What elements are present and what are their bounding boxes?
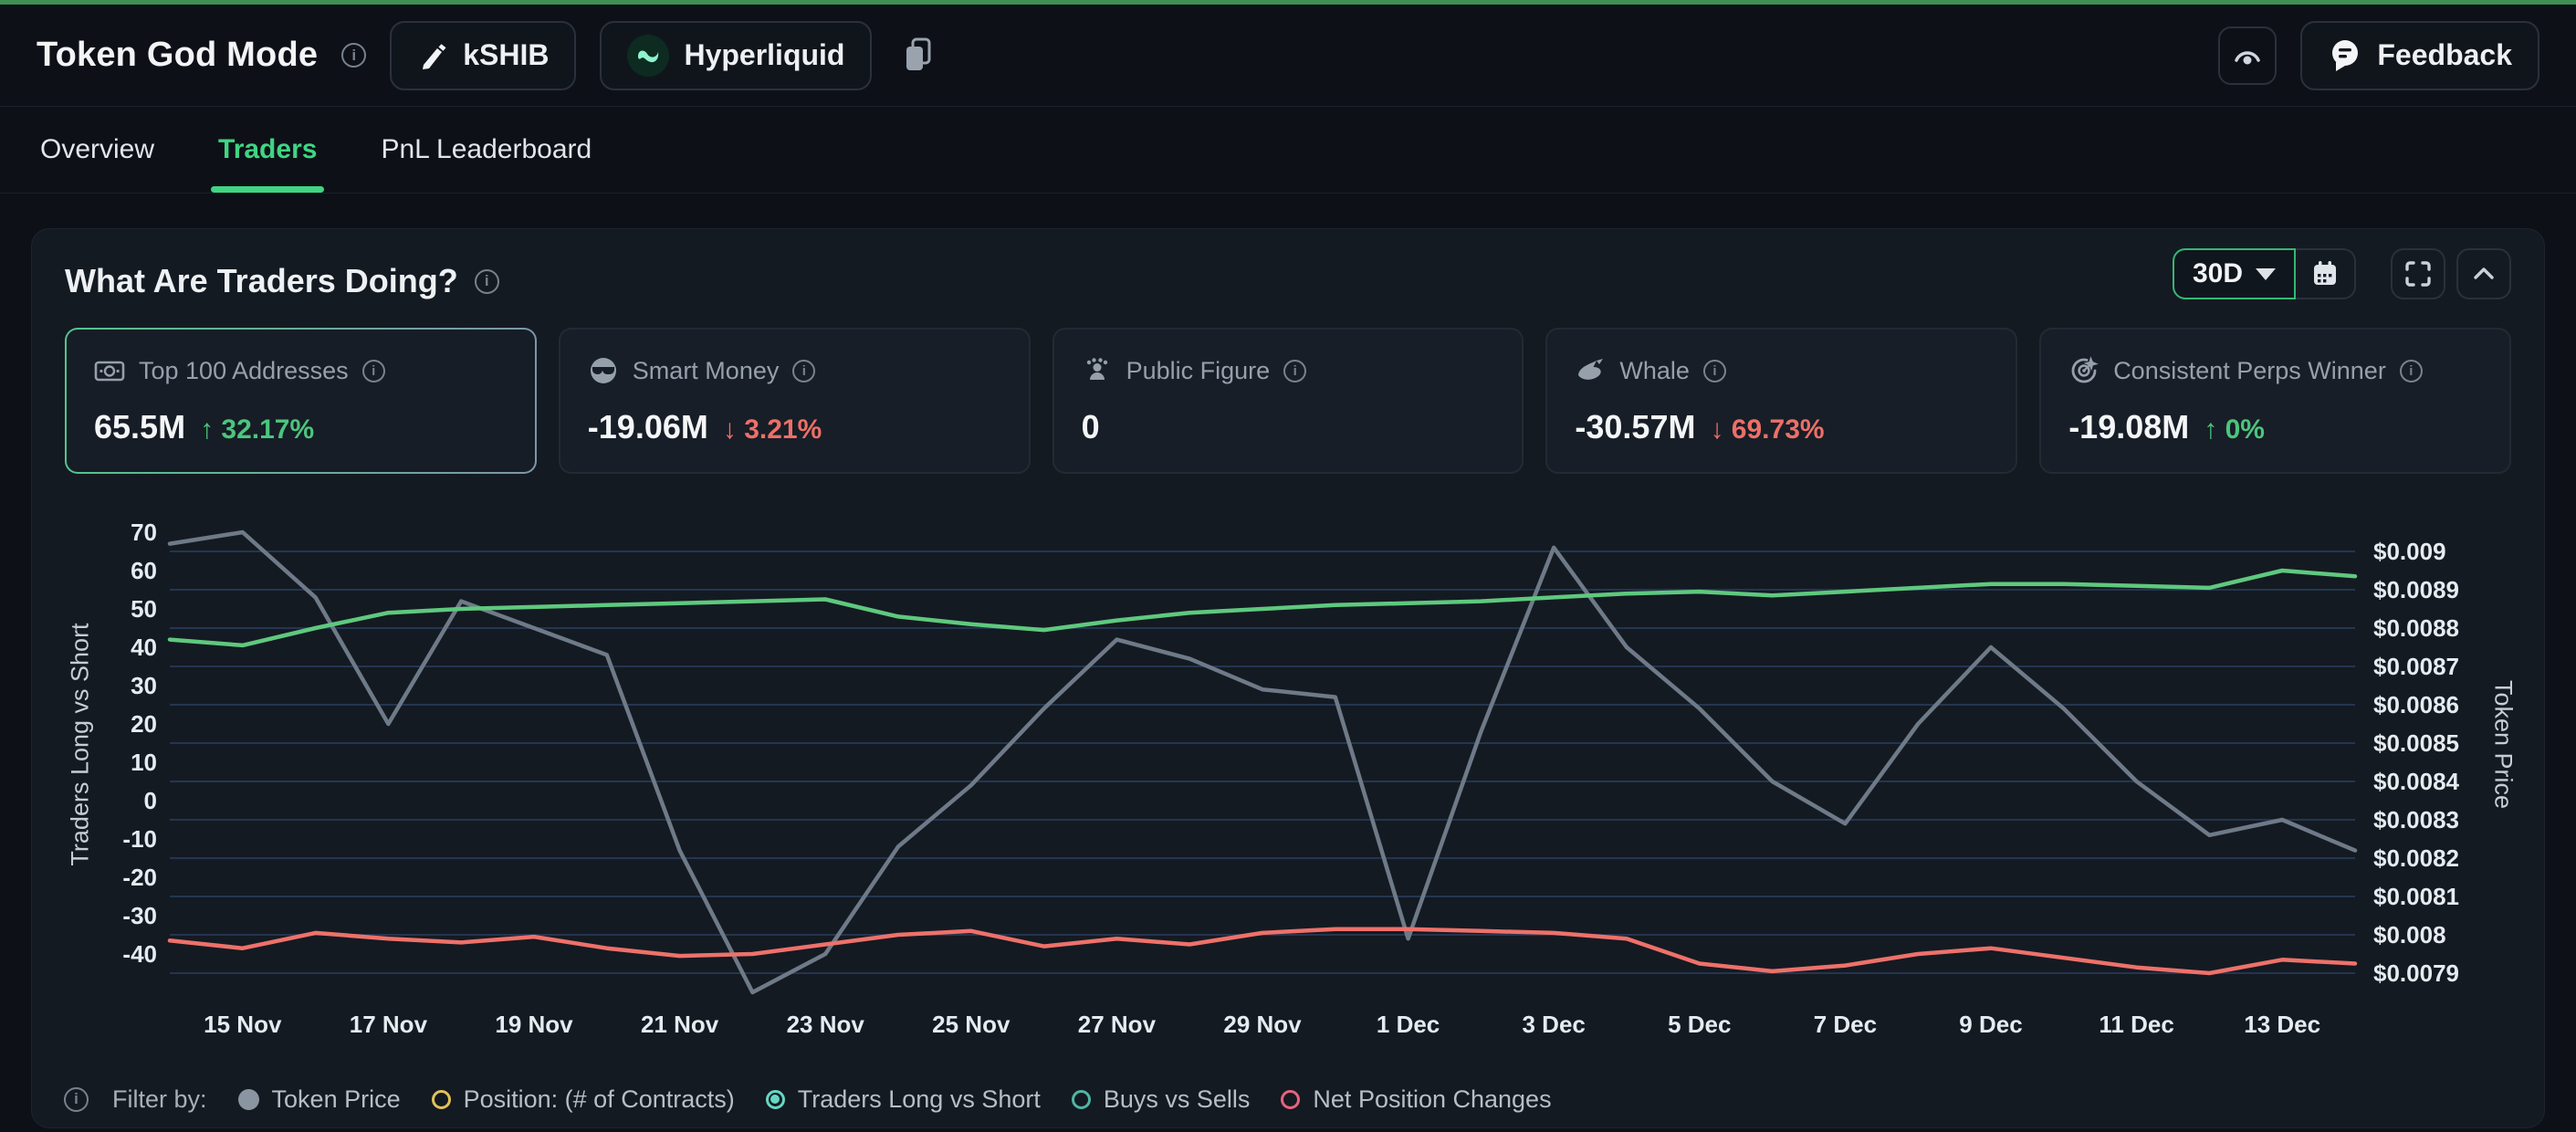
stat-card-value: 0	[1082, 408, 1100, 446]
right-axis-title: Token Price	[2489, 672, 2518, 818]
collapse-panel-button[interactable]	[2456, 248, 2511, 299]
fullscreen-button[interactable]	[2391, 248, 2445, 299]
chevron-up-icon	[2468, 258, 2499, 289]
banknote-icon	[94, 355, 125, 386]
chart-plot-area[interactable]	[170, 511, 2355, 995]
chart-filter-legend: Filter by: Token Price Position: (# of C…	[64, 1079, 1552, 1119]
tab-bar: Overview Traders PnL Leaderboard	[0, 107, 2576, 194]
stat-card-smart-money[interactable]: Smart Money -19.06M ↓ 3.21%	[559, 328, 1031, 474]
info-icon[interactable]	[341, 43, 366, 68]
copy-address-button[interactable]	[895, 21, 943, 90]
stat-card-change: ↑ 0%	[2204, 414, 2265, 445]
legend-marker-position	[432, 1090, 451, 1109]
legend-item-traders-long-vs-short[interactable]: Traders Long vs Short	[766, 1085, 1041, 1114]
chain-badge-label: Hyperliquid	[684, 38, 844, 72]
stat-card-value: -19.06M	[588, 408, 708, 446]
chat-bubble-icon	[2328, 37, 2362, 74]
chart-controls: 30D	[2173, 248, 2511, 299]
hyperliquid-logo-icon	[627, 35, 669, 77]
legend-label: Position: (# of Contracts)	[464, 1085, 735, 1114]
page-title: Token God Mode	[37, 36, 318, 75]
stat-card-label: Whale	[1619, 357, 1690, 385]
pencil-icon	[417, 40, 448, 71]
chevron-down-icon	[2256, 268, 2276, 280]
section-title: What Are Traders Doing?	[65, 262, 458, 300]
stat-card-change: ↓ 3.21%	[723, 414, 822, 445]
stat-card-whale[interactable]: Whale -30.57M ↓ 69.73%	[1545, 328, 2017, 474]
stat-card-consistent-perps-winner[interactable]: Consistent Perps Winner -19.08M ↑ 0%	[2039, 328, 2511, 474]
legend-label: Traders Long vs Short	[798, 1085, 1041, 1114]
calendar-icon	[2310, 259, 2340, 288]
target-icon	[2068, 355, 2100, 386]
legend-marker-buys-vs-sells	[1072, 1090, 1091, 1109]
date-range-dropdown[interactable]: 30D	[2173, 248, 2296, 299]
legend-item-position-contracts[interactable]: Position: (# of Contracts)	[432, 1085, 735, 1114]
public-figure-icon	[1082, 355, 1113, 386]
info-icon[interactable]	[2400, 360, 2423, 383]
legend-prefix: Filter by:	[112, 1085, 207, 1114]
whale-icon	[1575, 355, 1606, 386]
stat-card-top-100-addresses[interactable]: Top 100 Addresses 65.5M ↑ 32.17%	[65, 328, 537, 474]
info-icon[interactable]	[1703, 360, 1726, 383]
stat-card-label: Smart Money	[633, 357, 780, 385]
info-icon[interactable]	[64, 1087, 89, 1112]
info-icon[interactable]	[475, 269, 499, 294]
stat-card-label: Consistent Perps Winner	[2113, 357, 2386, 385]
legend-item-net-position-changes[interactable]: Net Position Changes	[1281, 1085, 1551, 1114]
copy-icon	[901, 36, 937, 76]
stat-card-label: Top 100 Addresses	[139, 357, 349, 385]
legend-item-token-price[interactable]: Token Price	[238, 1085, 401, 1114]
app-header: Token God Mode kSHIB Hyperliquid	[0, 5, 2576, 107]
token-badge-label: kSHIB	[463, 38, 549, 72]
sunglasses-icon	[588, 355, 619, 386]
fullscreen-icon	[2403, 258, 2434, 289]
stat-card-value: -19.08M	[2068, 408, 2189, 446]
tab-traders[interactable]: Traders	[215, 107, 320, 193]
trader-category-cards: Top 100 Addresses 65.5M ↑ 32.17% Smart M…	[65, 328, 2511, 474]
calendar-button[interactable]	[2296, 248, 2356, 299]
info-icon[interactable]	[362, 360, 385, 383]
info-icon[interactable]	[792, 360, 815, 383]
date-range-value: 30D	[2193, 258, 2243, 289]
tab-overview[interactable]: Overview	[37, 107, 158, 193]
legend-marker-token-price	[238, 1089, 259, 1110]
legend-marker-traders-long-vs-short	[766, 1090, 785, 1109]
stat-card-change: ↑ 32.17%	[200, 414, 314, 445]
feedback-label: Feedback	[2377, 38, 2512, 72]
stat-card-value: -30.57M	[1575, 408, 1695, 446]
stat-card-change: ↓ 69.73%	[1710, 414, 1824, 445]
stat-card-value: 65.5M	[94, 408, 185, 446]
stat-card-label: Public Figure	[1126, 357, 1271, 385]
legend-label: Net Position Changes	[1313, 1085, 1551, 1114]
token-selector-button[interactable]: kSHIB	[390, 21, 576, 90]
feedback-button[interactable]: Feedback	[2300, 21, 2539, 90]
token-god-mode-page: Token God Mode kSHIB Hyperliquid	[0, 0, 2576, 1132]
legend-item-buys-vs-sells[interactable]: Buys vs Sells	[1072, 1085, 1251, 1114]
legend-label: Token Price	[272, 1085, 401, 1114]
stat-card-public-figure[interactable]: Public Figure 0	[1052, 328, 1524, 474]
tab-pnl-leaderboard[interactable]: PnL Leaderboard	[377, 107, 595, 193]
legend-label: Buys vs Sells	[1104, 1085, 1251, 1114]
watchlist-button[interactable]	[2218, 26, 2277, 85]
info-icon[interactable]	[1283, 360, 1306, 383]
watch-eye-icon	[2228, 37, 2267, 74]
chain-selector-button[interactable]: Hyperliquid	[600, 21, 872, 90]
legend-marker-net-position-changes	[1281, 1090, 1300, 1109]
left-axis-title: Traders Long vs Short	[67, 617, 95, 873]
